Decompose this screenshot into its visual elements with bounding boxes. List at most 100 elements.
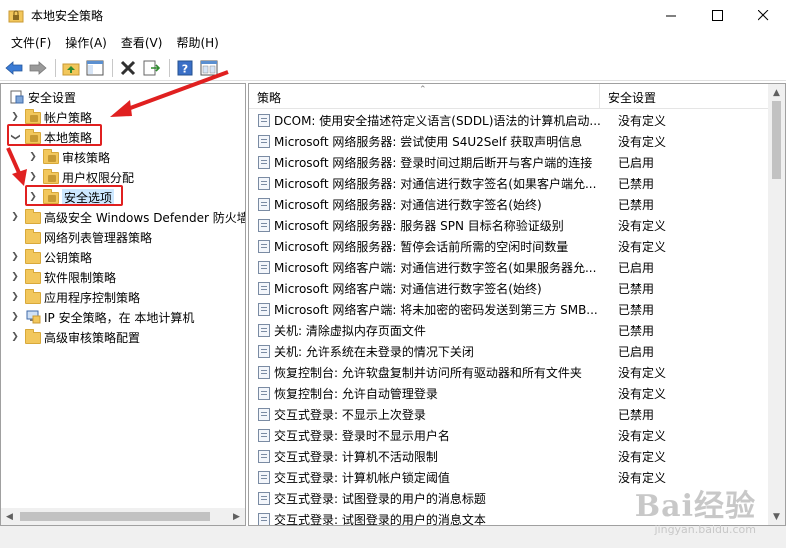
back-arrow-icon	[5, 60, 23, 75]
list-vertical-scrollbar[interactable]: ▲ ▼	[768, 84, 785, 525]
table-row[interactable]: Microsoft 网络客户端: 对通信进行数字签名(始终) 已禁用	[249, 278, 769, 299]
table-row[interactable]: 恢复控制台: 允许软盘复制并访问所有驱动器和所有文件夹 没有定义	[249, 362, 769, 383]
tree-item-label: 安全设置	[28, 90, 77, 105]
policy-item-icon	[258, 303, 270, 316]
policy-item-icon	[258, 261, 270, 274]
title-bar: 本地安全策略	[0, 0, 786, 31]
table-row[interactable]: Microsoft 网络客户端: 对通信进行数字签名(如果服务器允... 已启用	[249, 257, 769, 278]
table-row[interactable]: Microsoft 网络服务器: 服务器 SPN 目标名称验证级别 没有定义	[249, 215, 769, 236]
watermark: Bai经验 jingyan.baidu.com	[635, 481, 756, 536]
policy-list: DCOM: 使用安全描述符定义语言(SDDL)语法的计算机启动... 没有定义 Mi…	[249, 110, 769, 526]
tree-item-defender-firewall[interactable]: ❯ 高级安全 Windows Defender 防火墙	[9, 207, 245, 227]
tree-item-label: IP 安全策略，在 本地计算机	[44, 310, 195, 325]
scroll-left-icon[interactable]: ◀	[1, 508, 18, 525]
chevron-right-icon[interactable]: ❯	[9, 271, 21, 283]
menu-action[interactable]: 操作(A)	[58, 32, 114, 54]
folder-icon	[25, 329, 41, 344]
console-tree-pane: 安全设置 ❯ 帐户策略 ❯ 本地策略 ❯ 审核策略 ❯ 用户权限分配 ❯ 安全选…	[0, 83, 246, 526]
policy-setting-value: 没有定义	[617, 114, 666, 128]
chevron-right-icon[interactable]: ❯	[9, 251, 21, 263]
policy-name: Microsoft 网络客户端: 对通信进行数字签名(始终)	[274, 282, 542, 296]
table-row[interactable]: Microsoft 网络服务器: 登录时间过期后断开与客户端的连接 已启用	[249, 152, 769, 173]
chevron-right-icon[interactable]: ❯	[27, 151, 39, 163]
tree-item-network-list-manager[interactable]: 网络列表管理器策略	[9, 227, 152, 247]
up-level-button[interactable]	[60, 57, 82, 79]
policy-item-icon	[258, 219, 270, 232]
policy-setting-value: 没有定义	[617, 429, 666, 443]
tree-horizontal-scrollbar[interactable]: ◀ ▶	[1, 508, 245, 525]
tree-item-advanced-audit[interactable]: ❯ 高级审核策略配置	[9, 327, 140, 347]
policy-name: DCOM: 使用安全描述符定义语言(SDDL)语法的计算机启动...	[274, 114, 601, 128]
minimize-button[interactable]	[648, 0, 694, 31]
table-row[interactable]: 交互式登录: 不显示上次登录 已禁用	[249, 404, 769, 425]
toolbar-separator	[112, 58, 113, 77]
chevron-right-icon[interactable]: ❯	[9, 211, 21, 223]
table-row[interactable]: Microsoft 网络服务器: 对通信进行数字签名(如果客户端允... 已禁用	[249, 173, 769, 194]
scrollbar-thumb[interactable]	[772, 101, 781, 179]
policy-name: 交互式登录: 登录时不显示用户名	[274, 429, 450, 443]
chevron-right-icon[interactable]: ❯	[9, 311, 21, 323]
policy-item-icon	[258, 135, 270, 148]
highlight-local-policies-box	[7, 124, 102, 146]
toolbar-separator	[169, 58, 170, 77]
column-header-security-setting[interactable]: 安全设置	[600, 84, 769, 109]
chevron-right-icon[interactable]: ❯	[9, 291, 21, 303]
policy-name: 交互式登录: 计算机帐户锁定阈值	[274, 471, 450, 485]
table-row[interactable]: 交互式登录: 登录时不显示用户名 没有定义	[249, 425, 769, 446]
table-row[interactable]: Microsoft 网络客户端: 将未加密的密码发送到第三方 SMB... 已禁用	[249, 299, 769, 320]
tree-item-label: 帐户策略	[44, 110, 93, 125]
tree-item-label: 软件限制策略	[44, 270, 117, 285]
policy-name: 交互式登录: 试图登录的用户的消息文本	[274, 513, 486, 526]
column-header-policy[interactable]: ⌃ 策略	[249, 84, 600, 109]
policy-item-icon	[258, 177, 270, 190]
table-row[interactable]: 关机: 允许系统在未登录的情况下关闭 已启用	[249, 341, 769, 362]
help-button[interactable]: ?	[174, 57, 196, 79]
policy-name: 恢复控制台: 允许自动管理登录	[274, 387, 438, 401]
tree-item-ip-security[interactable]: ❯ IP 安全策略，在 本地计算机	[9, 307, 194, 327]
tree-item-public-key-policies[interactable]: ❯ 公钥策略	[9, 247, 92, 267]
tree-item-user-rights-assignment[interactable]: ❯ 用户权限分配	[27, 167, 134, 187]
table-row[interactable]: 恢复控制台: 允许自动管理登录 没有定义	[249, 383, 769, 404]
security-settings-icon	[9, 90, 25, 104]
policy-setting-value: 已启用	[617, 261, 654, 275]
policy-name: 交互式登录: 试图登录的用户的消息标题	[274, 492, 486, 506]
show-hide-tree-button[interactable]	[84, 57, 106, 79]
scroll-up-icon[interactable]: ▲	[768, 84, 785, 101]
export-list-button[interactable]	[141, 57, 163, 79]
maximize-button[interactable]	[694, 0, 740, 31]
scroll-right-icon[interactable]: ▶	[228, 508, 245, 525]
delete-button[interactable]	[117, 57, 139, 79]
policy-name: Microsoft 网络客户端: 对通信进行数字签名(如果服务器允...	[274, 261, 597, 275]
tree-item-app-control[interactable]: ❯ 应用程序控制策略	[9, 287, 140, 307]
menu-view[interactable]: 查看(V)	[114, 32, 170, 54]
table-row[interactable]: DCOM: 使用安全描述符定义语言(SDDL)语法的计算机启动... 没有定义	[249, 110, 769, 131]
scrollbar-thumb[interactable]	[20, 512, 210, 521]
forward-button[interactable]	[27, 57, 49, 79]
tree-item-software-restriction[interactable]: ❯ 软件限制策略	[9, 267, 116, 287]
tree-item-audit-policy[interactable]: ❯ 审核策略	[27, 147, 110, 167]
close-button[interactable]	[740, 0, 786, 31]
delete-x-icon	[120, 60, 136, 75]
policy-item-icon	[258, 114, 270, 127]
table-row[interactable]: 交互式登录: 计算机不活动限制 没有定义	[249, 446, 769, 467]
folder-icon	[25, 249, 41, 264]
folder-icon	[25, 289, 41, 304]
chevron-right-icon[interactable]: ❯	[27, 171, 39, 183]
policy-setting-value: 没有定义	[617, 387, 666, 401]
chevron-right-icon[interactable]: ❯	[9, 331, 21, 343]
console-tree-icon	[86, 60, 104, 75]
back-button[interactable]	[3, 57, 25, 79]
properties-button[interactable]	[198, 57, 220, 79]
scroll-down-icon[interactable]: ▼	[768, 508, 785, 525]
menu-help[interactable]: 帮助(H)	[169, 32, 225, 54]
policy-setting-value: 已禁用	[617, 324, 654, 338]
table-row[interactable]: Microsoft 网络服务器: 对通信进行数字签名(始终) 已禁用	[249, 194, 769, 215]
tree-item-label: 网络列表管理器策略	[44, 230, 153, 245]
chevron-right-icon[interactable]: ❯	[9, 111, 21, 123]
table-row[interactable]: Microsoft 网络服务器: 暂停会话前所需的空闲时间数量 没有定义	[249, 236, 769, 257]
table-row[interactable]: 关机: 清除虚拟内存页面文件 已禁用	[249, 320, 769, 341]
security-policy-app-icon	[8, 8, 24, 24]
table-row[interactable]: Microsoft 网络服务器: 尝试使用 S4U2Self 获取声明信息 没有定…	[249, 131, 769, 152]
tree-item-security-settings[interactable]: 安全设置	[5, 87, 76, 107]
menu-file[interactable]: 文件(F)	[4, 32, 58, 54]
